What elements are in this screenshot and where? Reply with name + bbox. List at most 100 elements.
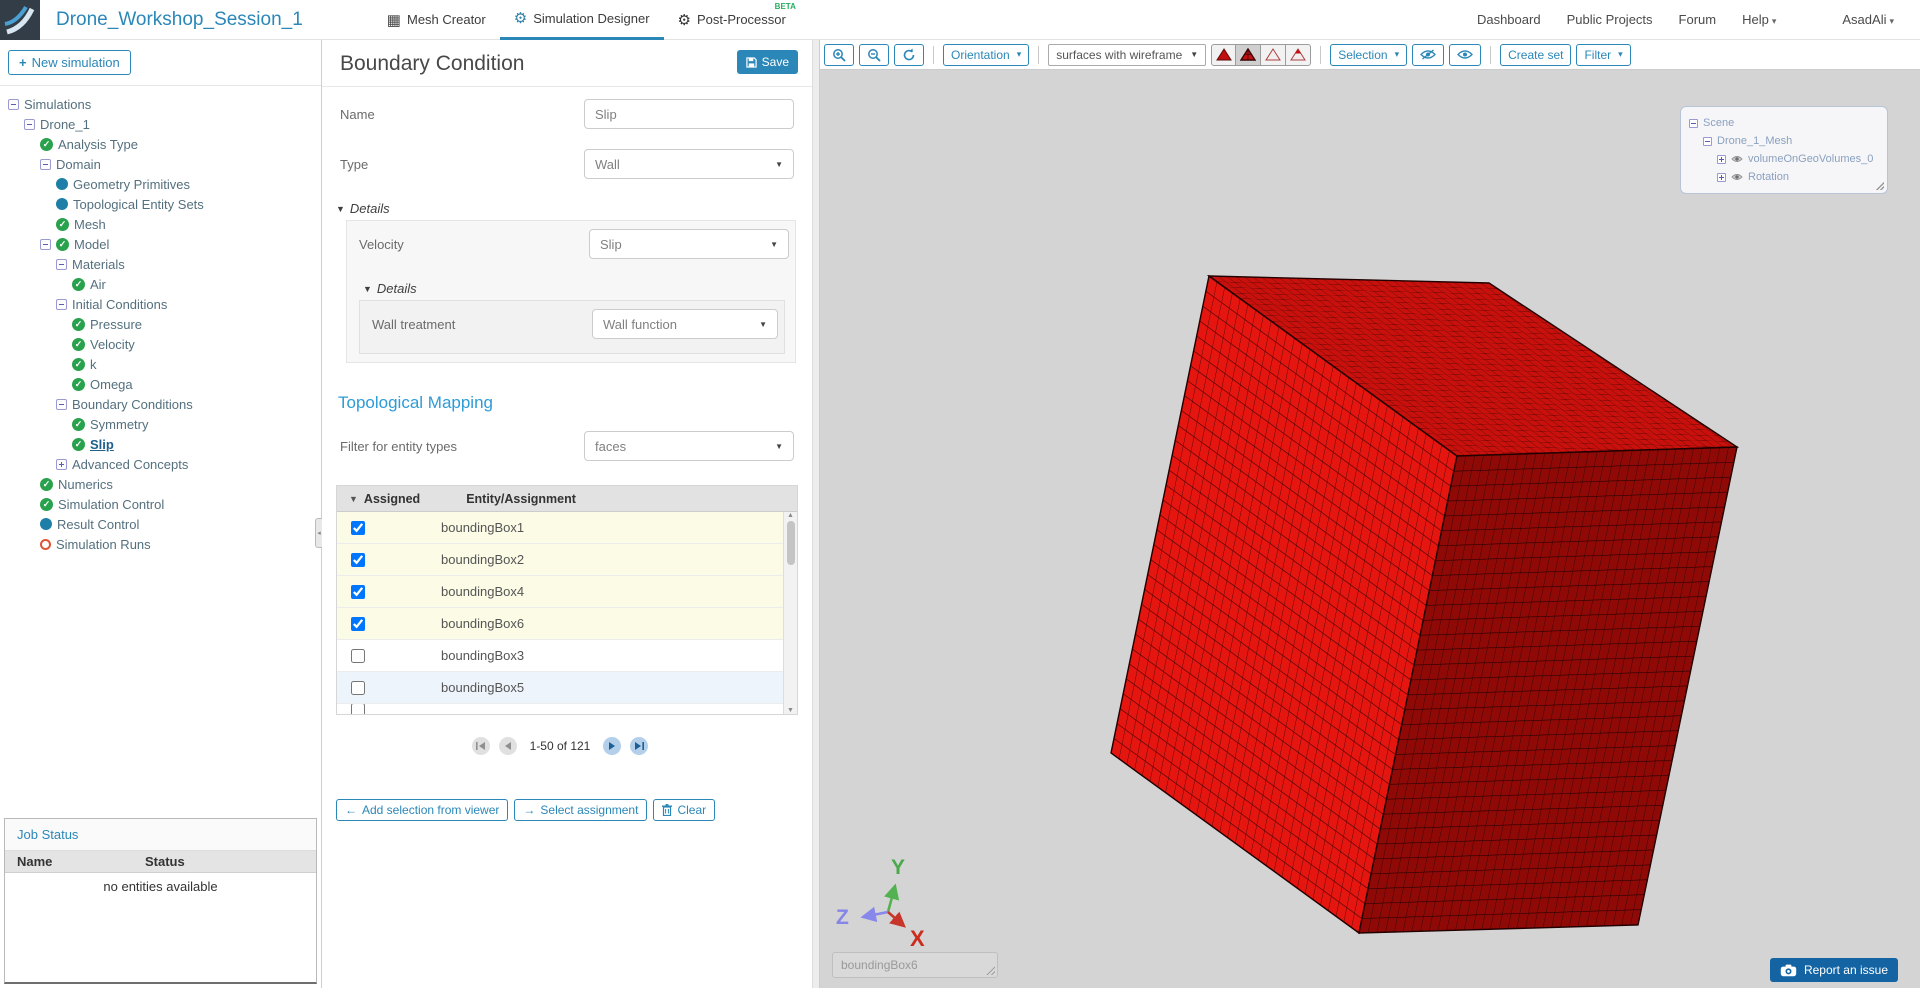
tree-item-pressure[interactable]: Pressure <box>0 314 321 334</box>
scene-tree-overlay[interactable]: Scene Drone_1_Mesh volumeOnGeoVolumes_0 … <box>1680 106 1888 194</box>
scroll-up-icon[interactable]: ▲ <box>787 512 794 519</box>
tree-item-simulations[interactable]: Simulations <box>0 94 321 114</box>
report-an-issue-button[interactable]: Report an issue <box>1769 958 1898 982</box>
new-simulation-button[interactable]: + New simulation <box>8 50 131 75</box>
mesh-cube-render[interactable] <box>820 70 1920 988</box>
table-row[interactable]: boundingBox4 <box>337 576 797 608</box>
resize-handle[interactable] <box>1876 182 1884 190</box>
scrollbar-thumb[interactable] <box>786 521 795 565</box>
tree-item-velocity[interactable]: Velocity <box>0 334 321 354</box>
mesh-wireframe-button[interactable] <box>1261 43 1287 66</box>
expand-icon[interactable] <box>1717 154 1726 164</box>
expand-icon[interactable] <box>56 458 67 470</box>
scene-node-rotation[interactable]: Rotation <box>1717 168 1879 186</box>
tab-post-processor[interactable]: ⚙ Post-Processor BETA <box>664 0 800 40</box>
clear-button[interactable]: Clear <box>653 799 716 821</box>
tree-item-initial-conditions[interactable]: Initial Conditions <box>0 294 321 314</box>
assigned-checkbox[interactable] <box>351 648 365 663</box>
save-button[interactable]: Save <box>736 50 798 74</box>
select-assignment-button[interactable]: → Select assignment <box>514 799 648 821</box>
scroll-down-icon[interactable]: ▼ <box>787 707 794 714</box>
scene-node-drone-1-mesh[interactable]: Drone_1_Mesh <box>1703 132 1879 150</box>
prev-page-button[interactable] <box>498 737 517 755</box>
mesh-solid-button[interactable] <box>1211 43 1237 66</box>
tree-item-mesh[interactable]: Mesh <box>0 214 321 234</box>
sort-icon[interactable]: ▼ <box>349 494 358 504</box>
tree-item-symmetry[interactable]: Symmetry <box>0 414 321 434</box>
next-page-button[interactable] <box>603 737 622 755</box>
hide-selection-button[interactable] <box>1412 43 1445 66</box>
panel-gutter[interactable] <box>812 40 820 988</box>
tab-simulation-designer[interactable]: ⚙ Simulation Designer <box>499 0 664 40</box>
zoom-in-button[interactable] <box>824 43 854 66</box>
show-selection-button[interactable] <box>1449 43 1482 66</box>
assigned-checkbox[interactable] <box>351 616 365 631</box>
table-scrollbar[interactable]: ▲ ▼ <box>783 512 797 714</box>
tree-item-advanced-concepts[interactable]: Advanced Concepts <box>0 454 321 474</box>
zoom-out-button[interactable] <box>859 43 889 66</box>
viewport-3d[interactable]: Scene Drone_1_Mesh volumeOnGeoVolumes_0 … <box>820 70 1920 988</box>
nav-public-projects[interactable]: Public Projects <box>1567 12 1653 27</box>
tree-item-topological-entity-sets[interactable]: Topological Entity Sets <box>0 194 321 214</box>
user-menu[interactable]: AsadAli ▾ <box>1842 12 1894 27</box>
collapse-icon[interactable] <box>1689 118 1698 128</box>
create-set-button[interactable]: Create set <box>1500 43 1572 66</box>
assigned-checkbox[interactable] <box>351 520 365 535</box>
entity-filter-select[interactable]: faces ▼ <box>584 431 794 461</box>
tree-item-domain[interactable]: Domain <box>0 154 321 174</box>
display-mode-select[interactable]: surfaces with wireframe ▼ <box>1048 43 1207 66</box>
collapse-icon[interactable] <box>1703 136 1712 146</box>
type-select[interactable]: Wall ▼ <box>584 149 794 179</box>
resize-handle[interactable] <box>986 966 995 975</box>
tree-item-simulation-runs[interactable]: Simulation Runs <box>0 534 321 554</box>
filter-dropdown[interactable]: Filter ▾ <box>1576 43 1631 66</box>
collapse-icon[interactable] <box>56 258 67 270</box>
tree-item-analysis-type[interactable]: Analysis Type <box>0 134 321 154</box>
tree-item-numerics[interactable]: Numerics <box>0 474 321 494</box>
collapse-icon[interactable] <box>8 98 19 110</box>
tree-item-model[interactable]: Model <box>0 234 321 254</box>
collapse-icon[interactable] <box>56 298 67 310</box>
tree-item-air[interactable]: Air <box>0 274 321 294</box>
mesh-solid-wireframe-button[interactable] <box>1236 43 1262 66</box>
tree-item-materials[interactable]: Materials <box>0 254 321 274</box>
table-row[interactable]: boundingBox2 <box>337 544 797 576</box>
name-input[interactable] <box>584 99 794 129</box>
table-row[interactable]: boundingBox3 <box>337 640 797 672</box>
scene-node-volume[interactable]: volumeOnGeoVolumes_0 <box>1717 150 1879 168</box>
table-row[interactable]: boundingBox6 <box>337 608 797 640</box>
expand-icon[interactable] <box>1717 172 1726 182</box>
details-subsection-toggle[interactable]: ▼ Details <box>363 281 795 296</box>
assigned-checkbox[interactable] <box>351 552 365 567</box>
tree-item-simulation-control[interactable]: Simulation Control <box>0 494 321 514</box>
tree-item-slip[interactable]: Slip <box>0 434 321 454</box>
table-row[interactable]: boundingBox1 <box>337 512 797 544</box>
scene-node-scene[interactable]: Scene <box>1689 114 1879 132</box>
add-selection-from-viewer-button[interactable]: ← Add selection from viewer <box>336 799 509 821</box>
mesh-surface-edges-button[interactable] <box>1286 43 1312 66</box>
sidebar-collapse-handle[interactable]: ◂ <box>315 518 322 548</box>
collapse-icon[interactable] <box>56 398 67 410</box>
assigned-checkbox[interactable] <box>351 584 365 599</box>
last-page-button[interactable] <box>630 737 649 755</box>
collapse-icon[interactable] <box>40 238 51 250</box>
eye-icon[interactable] <box>1731 173 1743 181</box>
assigned-checkbox[interactable] <box>351 704 365 714</box>
tab-mesh-creator[interactable]: ▦ Mesh Creator <box>373 0 500 40</box>
nav-help-menu[interactable]: Help ▾ <box>1742 12 1776 27</box>
tree-item-boundary-conditions[interactable]: Boundary Conditions <box>0 394 321 414</box>
nav-forum[interactable]: Forum <box>1679 12 1717 27</box>
tree-item-geometry-primitives[interactable]: Geometry Primitives <box>0 174 321 194</box>
orientation-dropdown[interactable]: Orientation ▾ <box>943 43 1030 66</box>
nav-dashboard[interactable]: Dashboard <box>1477 12 1541 27</box>
collapse-icon[interactable] <box>24 118 35 130</box>
first-page-button[interactable] <box>471 737 490 755</box>
wall-treatment-select[interactable]: Wall function ▼ <box>592 309 778 339</box>
simscale-logo[interactable] <box>0 0 40 40</box>
assigned-checkbox[interactable] <box>351 680 365 695</box>
selection-dropdown[interactable]: Selection ▾ <box>1330 43 1408 66</box>
tree-item-k[interactable]: k <box>0 354 321 374</box>
tree-item-result-control[interactable]: Result Control <box>0 514 321 534</box>
entity-name-field[interactable] <box>832 952 998 978</box>
eye-icon[interactable] <box>1731 155 1743 163</box>
